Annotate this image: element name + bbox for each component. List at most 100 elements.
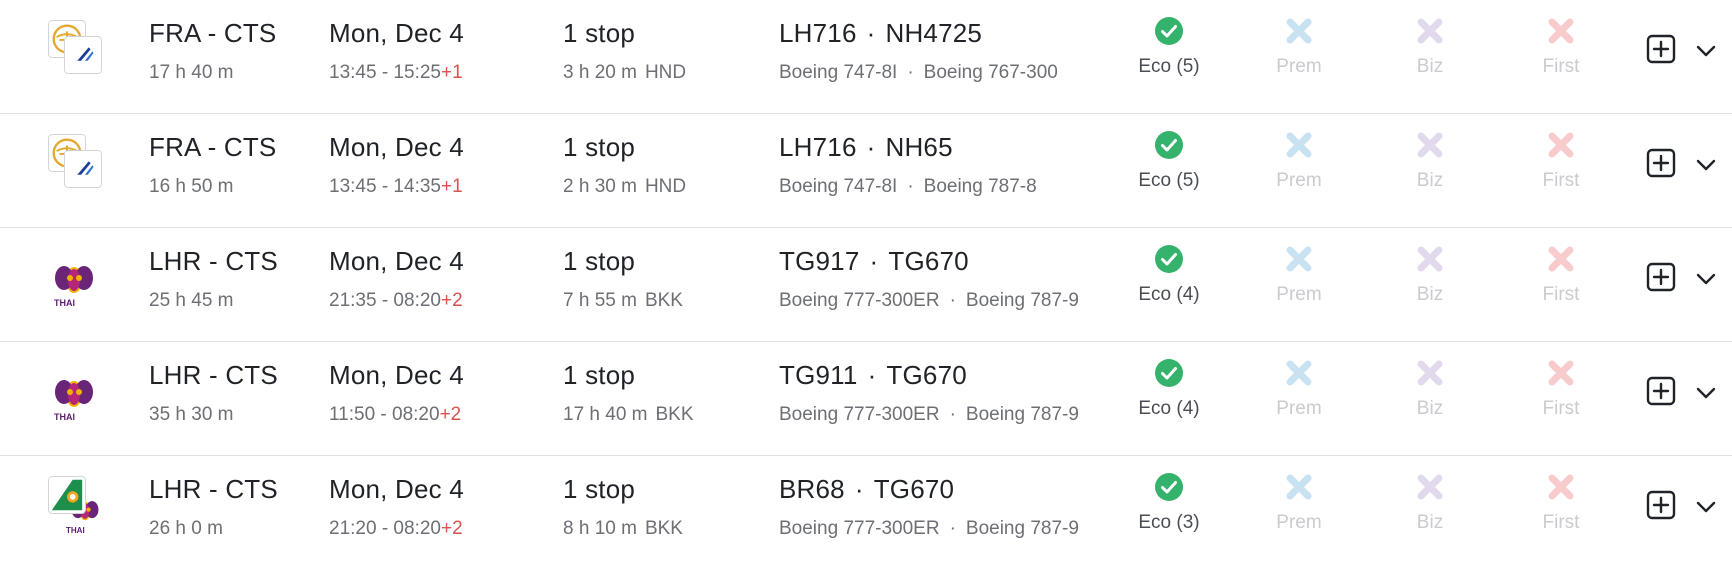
layover-airport: BKK (655, 404, 694, 425)
flight-number-2: NH65 (885, 132, 953, 162)
premium-label: Prem (1276, 398, 1322, 419)
aircraft: Boeing 777-300ER · Boeing 787-9 (779, 518, 1079, 540)
cabin-business[interactable]: Biz (1375, 16, 1485, 78)
flight-row[interactable]: THAI LHR - CTS 26 h 0 m Mon, Dec 4 21:20 - 0… (0, 456, 1732, 570)
aircraft: Boeing 777-300ER · Boeing 787-9 (779, 404, 1079, 426)
layover-time: 7 h 55 m (563, 290, 637, 311)
aircraft-1: Boeing 747-8I (779, 62, 898, 83)
departure-date: Mon, Dec 4 (329, 360, 464, 390)
flight-number-1: LH716 (779, 132, 857, 162)
flight-numbers: TG911 · TG670 (779, 360, 967, 391)
total-duration: 17 h 40 m (149, 62, 234, 83)
layover-airport: BKK (644, 518, 683, 539)
departure-arrival-time: 11:50 - 08:20 (329, 404, 440, 425)
cabin-economy[interactable]: Eco (5) (1114, 16, 1224, 78)
chevron-down-icon[interactable] (1694, 153, 1718, 177)
x-icon (1284, 16, 1314, 46)
total-duration: 35 h 30 m (149, 404, 234, 425)
aircraft-1: Boeing 777-300ER (779, 404, 940, 425)
add-flight-button[interactable] (1646, 262, 1676, 292)
layover-time: 3 h 20 m (563, 62, 637, 83)
cabin-premium[interactable]: Prem (1244, 244, 1354, 306)
chevron-down-icon[interactable] (1694, 267, 1718, 291)
cabin-premium[interactable]: Prem (1244, 130, 1354, 192)
departure-date: Mon, Dec 4 (329, 132, 464, 162)
cabin-premium[interactable]: Prem (1244, 472, 1354, 534)
cabin-business[interactable]: Biz (1375, 130, 1485, 192)
separator-dot: · (866, 18, 876, 48)
flight-number-2: NH4725 (885, 18, 983, 48)
time-range: 11:50 - 08:20+2 (329, 404, 461, 426)
economy-label: Eco (4) (1138, 284, 1200, 305)
add-flight-button[interactable] (1646, 376, 1676, 406)
chevron-down-icon[interactable] (1694, 39, 1718, 63)
aircraft-2: Boeing 767-300 (923, 62, 1058, 83)
cabin-first[interactable]: First (1506, 244, 1616, 306)
layover: 3 h 20 m HND (563, 62, 686, 84)
chevron-down-icon[interactable] (1694, 381, 1718, 405)
cabin-first[interactable]: First (1506, 130, 1616, 192)
aircraft-1: Boeing 777-300ER (779, 518, 940, 539)
route: LHR - CTS (149, 360, 278, 390)
first-label: First (1542, 56, 1580, 77)
thai-wordmark: THAI (54, 298, 75, 308)
economy-label: Eco (5) (1138, 56, 1200, 77)
flight-number-2: TG670 (886, 360, 967, 390)
flight-number-1: LH716 (779, 18, 857, 48)
separator-dot: · (949, 290, 956, 311)
business-label: Biz (1416, 56, 1444, 77)
cabin-first[interactable]: First (1506, 16, 1616, 78)
airline-logos: THAI (48, 248, 104, 308)
layover: 7 h 55 m BKK (563, 290, 683, 312)
day-offset: +2 (439, 404, 462, 425)
day-offset: +1 (440, 176, 463, 197)
airline-logos: THAI (48, 362, 104, 422)
route: LHR - CTS (149, 246, 278, 276)
add-flight-button[interactable] (1646, 34, 1676, 64)
layover-time: 17 h 40 m (563, 404, 648, 425)
aircraft: Boeing 747-8I · Boeing 787-8 (779, 176, 1037, 198)
aircraft-2: Boeing 787-9 (965, 518, 1079, 539)
separator-dot: · (867, 360, 877, 390)
cabin-economy[interactable]: Eco (4) (1114, 244, 1224, 306)
business-label: Biz (1416, 398, 1444, 419)
cabin-first[interactable]: First (1506, 358, 1616, 420)
flight-row[interactable]: THAI LHR - CTS 35 h 30 m Mon, Dec 4 11:50 - … (0, 342, 1732, 456)
chevron-down-icon[interactable] (1694, 495, 1718, 519)
add-flight-button[interactable] (1646, 148, 1676, 178)
flight-row[interactable]: FRA - CTS 17 h 40 m Mon, Dec 4 13:45 - 15:2… (0, 0, 1732, 114)
economy-label: Eco (4) (1138, 398, 1200, 419)
separator-dot: · (854, 474, 864, 504)
cabin-business[interactable]: Biz (1375, 472, 1485, 534)
cabin-business[interactable]: Biz (1375, 244, 1485, 306)
aircraft-1: Boeing 747-8I (779, 176, 898, 197)
ana-logo-icon (64, 36, 102, 74)
time-range: 21:20 - 08:20+2 (329, 518, 463, 540)
flight-row[interactable]: FRA - CTS 16 h 50 m Mon, Dec 4 13:45 - 14:3… (0, 114, 1732, 228)
x-icon (1546, 358, 1576, 388)
x-icon (1546, 16, 1576, 46)
cabin-first[interactable]: First (1506, 472, 1616, 534)
check-icon (1154, 358, 1184, 388)
flight-number-1: TG911 (779, 360, 858, 390)
cabin-economy[interactable]: Eco (5) (1114, 130, 1224, 192)
cabin-premium[interactable]: Prem (1244, 358, 1354, 420)
layover: 2 h 30 m HND (563, 176, 686, 198)
x-icon (1546, 244, 1576, 274)
premium-label: Prem (1276, 56, 1322, 77)
cabin-business[interactable]: Biz (1375, 358, 1485, 420)
total-duration: 26 h 0 m (149, 518, 223, 539)
flight-row[interactable]: THAI LHR - CTS 25 h 45 m Mon, Dec 4 21:35 - … (0, 228, 1732, 342)
add-flight-button[interactable] (1646, 490, 1676, 520)
cabin-economy[interactable]: Eco (4) (1114, 358, 1224, 420)
aircraft-1: Boeing 777-300ER (779, 290, 940, 311)
check-icon (1154, 130, 1184, 160)
cabin-economy[interactable]: Eco (3) (1114, 472, 1224, 534)
route: FRA - CTS (149, 132, 277, 162)
cabin-premium[interactable]: Prem (1244, 16, 1354, 78)
flight-number-1: BR68 (779, 474, 845, 504)
premium-label: Prem (1276, 284, 1322, 305)
x-icon (1415, 130, 1445, 160)
check-icon (1154, 244, 1184, 274)
layover: 8 h 10 m BKK (563, 518, 683, 540)
